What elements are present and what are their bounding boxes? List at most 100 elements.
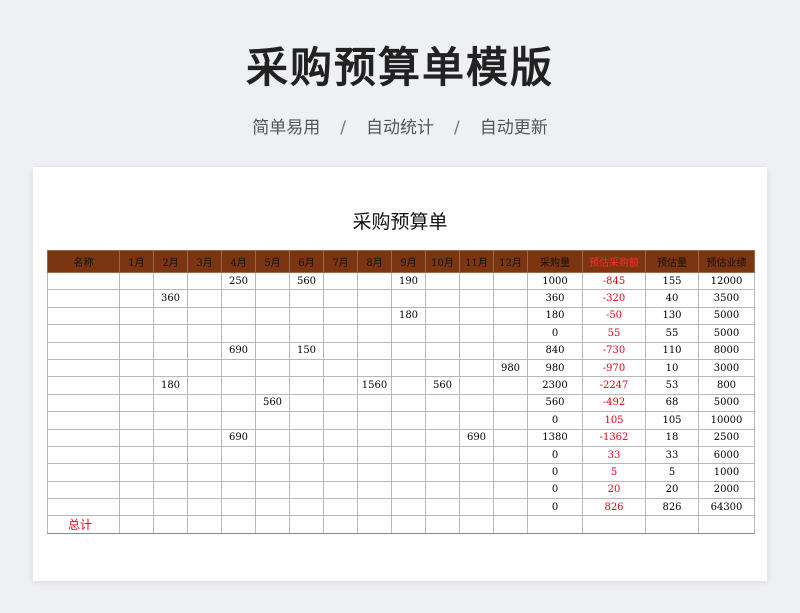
table-cell[interactable] (527, 515, 583, 535)
table-cell[interactable]: 155 (645, 271, 699, 291)
table-cell[interactable] (153, 411, 188, 430)
table-cell[interactable] (187, 411, 222, 430)
table-cell[interactable] (391, 341, 426, 360)
table-cell[interactable] (255, 341, 290, 360)
table-cell[interactable] (493, 376, 528, 395)
table-cell[interactable] (323, 463, 358, 482)
table-cell[interactable] (391, 515, 426, 535)
table-cell[interactable]: 0 (527, 445, 583, 465)
table-cell[interactable] (357, 463, 392, 482)
table-cell[interactable] (425, 463, 460, 482)
table-cell[interactable] (119, 341, 154, 360)
table-cell[interactable] (187, 445, 222, 465)
table-cell[interactable]: 180 (391, 306, 426, 326)
table-cell[interactable] (119, 376, 154, 395)
table-cell[interactable] (153, 271, 188, 291)
table-cell[interactable] (357, 289, 392, 308)
table-cell[interactable] (698, 515, 755, 535)
table-cell[interactable] (391, 358, 426, 378)
table-cell[interactable]: -492 (582, 393, 646, 413)
table-cell[interactable]: 55 (645, 324, 699, 343)
table-cell[interactable] (425, 271, 460, 291)
table-cell[interactable] (289, 480, 324, 500)
table-cell[interactable] (119, 271, 154, 291)
table-cell[interactable]: 6000 (698, 445, 755, 465)
table-cell[interactable] (425, 358, 460, 378)
table-cell[interactable] (187, 341, 222, 360)
table-cell[interactable] (119, 480, 154, 500)
table-cell[interactable]: -970 (582, 358, 646, 378)
table-cell[interactable] (459, 463, 494, 482)
table-cell[interactable] (119, 428, 154, 447)
table-cell[interactable]: 180 (153, 376, 188, 395)
table-cell[interactable] (425, 289, 460, 308)
table-cell[interactable] (357, 393, 392, 413)
table-cell[interactable] (221, 358, 256, 378)
table-cell[interactable]: 980 (493, 358, 528, 378)
table-cell[interactable] (47, 463, 120, 482)
table-cell[interactable] (289, 324, 324, 343)
table-cell[interactable] (323, 393, 358, 413)
table-cell[interactable]: 105 (645, 411, 699, 430)
table-cell[interactable] (357, 515, 392, 535)
table-cell[interactable] (459, 376, 494, 395)
table-cell[interactable] (357, 341, 392, 360)
table-cell[interactable] (119, 498, 154, 517)
table-cell[interactable]: 8000 (698, 341, 755, 360)
table-cell[interactable] (289, 463, 324, 482)
table-cell[interactable] (323, 376, 358, 395)
table-cell[interactable] (425, 480, 460, 500)
table-cell[interactable] (47, 393, 120, 413)
table-cell[interactable] (119, 324, 154, 343)
table-cell[interactable] (493, 306, 528, 326)
table-cell[interactable]: 690 (459, 428, 494, 447)
table-cell[interactable]: 64300 (698, 498, 755, 517)
table-cell[interactable] (357, 480, 392, 500)
table-cell[interactable] (357, 306, 392, 326)
table-cell[interactable] (323, 289, 358, 308)
table-cell[interactable]: 20 (645, 480, 699, 500)
table-cell[interactable]: 33 (582, 445, 646, 465)
table-cell[interactable] (187, 376, 222, 395)
table-cell[interactable]: 5 (645, 463, 699, 482)
table-cell[interactable] (289, 393, 324, 413)
table-cell[interactable]: 130 (645, 306, 699, 326)
table-cell[interactable] (425, 445, 460, 465)
table-cell[interactable] (391, 480, 426, 500)
table-cell[interactable] (221, 480, 256, 500)
table-cell[interactable]: 980 (527, 358, 583, 378)
table-cell[interactable] (119, 515, 154, 535)
table-cell[interactable]: 0 (527, 463, 583, 482)
table-cell[interactable] (153, 393, 188, 413)
table-cell[interactable] (187, 498, 222, 517)
table-cell[interactable]: 560 (255, 393, 290, 413)
table-cell[interactable]: 53 (645, 376, 699, 395)
table-cell[interactable] (425, 498, 460, 517)
table-cell[interactable]: 1560 (357, 376, 392, 395)
table-cell[interactable] (187, 289, 222, 308)
table-cell[interactable]: 40 (645, 289, 699, 308)
table-cell[interactable] (425, 341, 460, 360)
table-cell[interactable]: 560 (425, 376, 460, 395)
table-cell[interactable] (255, 306, 290, 326)
table-cell[interactable]: -1362 (582, 428, 646, 447)
table-cell[interactable] (187, 306, 222, 326)
table-cell[interactable] (425, 515, 460, 535)
table-cell[interactable] (459, 393, 494, 413)
table-cell[interactable] (47, 358, 120, 378)
table-cell[interactable] (493, 480, 528, 500)
table-cell[interactable] (119, 306, 154, 326)
table-cell[interactable] (459, 306, 494, 326)
table-cell[interactable] (221, 515, 256, 535)
table-cell[interactable] (493, 289, 528, 308)
table-cell[interactable] (323, 324, 358, 343)
table-cell[interactable] (289, 428, 324, 447)
table-cell[interactable] (255, 480, 290, 500)
table-cell[interactable] (47, 306, 120, 326)
table-cell[interactable] (289, 358, 324, 378)
table-cell[interactable]: 18 (645, 428, 699, 447)
table-cell[interactable]: 840 (527, 341, 583, 360)
table-cell[interactable] (459, 289, 494, 308)
table-cell[interactable] (459, 515, 494, 535)
table-cell[interactable] (493, 411, 528, 430)
